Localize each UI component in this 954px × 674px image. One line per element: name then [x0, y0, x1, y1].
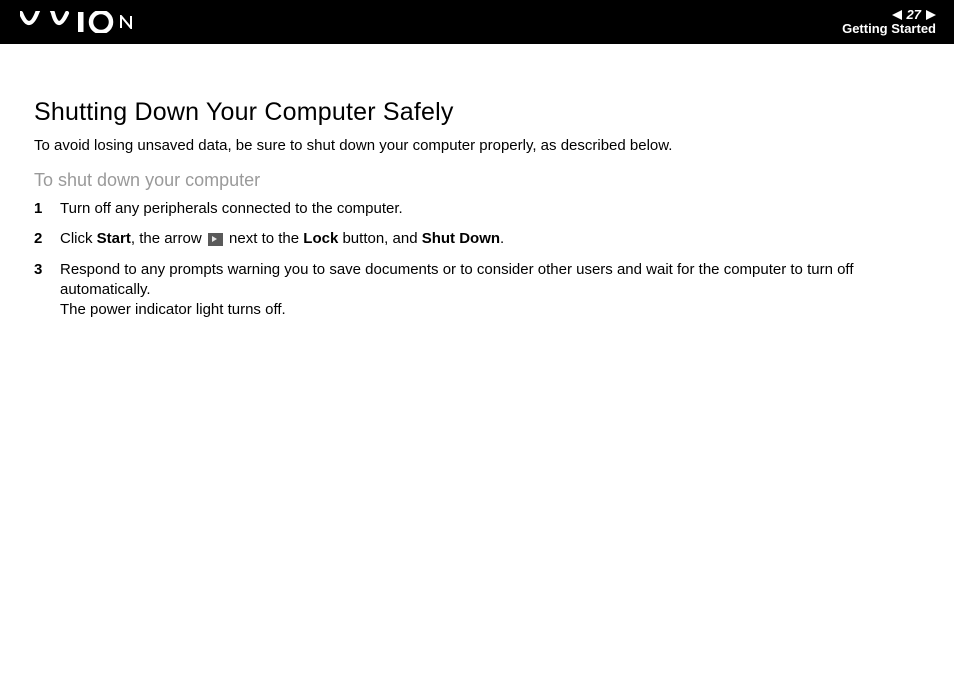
page-number: 27 — [904, 8, 924, 22]
list-item: 2 Click Start, the arrow next to the Loc… — [34, 229, 920, 249]
step-number: 3 — [34, 260, 60, 280]
arrow-right-icon — [208, 233, 223, 246]
list-item: 1 Turn off any peripherals connected to … — [34, 199, 920, 219]
nav-prev-icon[interactable] — [892, 10, 902, 20]
vaio-logo — [20, 0, 132, 44]
step-number: 2 — [34, 229, 60, 249]
content: Shutting Down Your Computer Safely To av… — [0, 44, 954, 320]
header: 27 Getting Started — [0, 0, 954, 44]
n-letter-icon — [120, 15, 132, 29]
step-text: Turn off any peripherals connected to th… — [60, 199, 920, 219]
step-text: Respond to any prompts warning you to sa… — [60, 260, 920, 321]
list-item: 3 Respond to any prompts warning you to … — [34, 260, 920, 321]
step-text: Click Start, the arrow next to the Lock … — [60, 229, 920, 249]
step-list: 1 Turn off any peripherals connected to … — [34, 199, 920, 320]
vaio-logo-svg — [20, 11, 114, 33]
page-title: Shutting Down Your Computer Safely — [34, 98, 920, 127]
subheading: To shut down your computer — [34, 170, 920, 191]
step-number: 1 — [34, 199, 60, 219]
intro-text: To avoid losing unsaved data, be sure to… — [34, 137, 920, 154]
nav-next-icon[interactable] — [926, 10, 936, 20]
section-label: Getting Started — [842, 22, 936, 36]
page-nav: 27 — [892, 8, 936, 22]
header-right: 27 Getting Started — [842, 8, 936, 37]
